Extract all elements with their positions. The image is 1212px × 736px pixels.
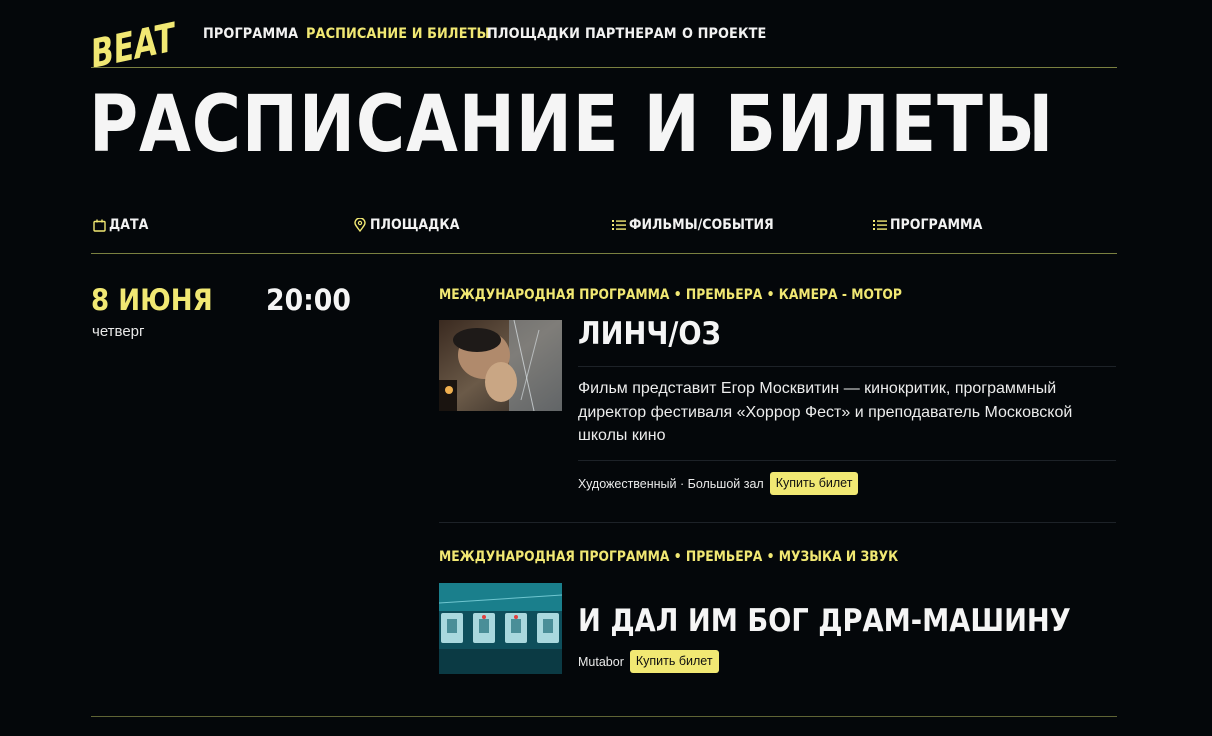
event-tags: МЕЖДУНАРОДНАЯ ПРОГРАММА • ПРЕМЬЕРА • МУЗ…	[439, 549, 899, 565]
filter-venue-label: ПЛОЩАДКА	[370, 217, 460, 233]
filter-films-events[interactable]: ФИЛЬМЫ/СОБЫТИЯ	[612, 217, 790, 233]
calendar-icon	[92, 218, 106, 232]
event-meta-row: Mutabor Купить билет	[578, 650, 719, 673]
beat-logo-mark: BEAT	[91, 14, 175, 68]
header-divider	[91, 67, 1117, 68]
logo-text: BEAT	[91, 14, 175, 68]
nav-item-schedule-tickets[interactable]: РАСПИСАНИЕ И БИЛЕТЫ	[306, 26, 490, 42]
map-pin-icon	[353, 218, 367, 232]
filter-films-events-label: ФИЛЬМЫ/СОБЫТИЯ	[629, 217, 774, 233]
event-description: Фильм представит Егор Москвитин — кинокр…	[578, 380, 1073, 444]
schedule-time: 20:00	[266, 283, 351, 317]
event-meta: Художественный · Большой зал	[578, 476, 764, 491]
list-icon	[612, 218, 626, 232]
nav-item-program[interactable]: ПРОГРАММА	[203, 26, 298, 42]
buy-ticket-button[interactable]: Купить билет	[629, 650, 719, 673]
page-title: РАСПИСАНИЕ И БИЛЕТЫ	[89, 80, 1055, 170]
schedule-date: 8 ИЮНЯ	[91, 283, 213, 317]
nav-item-venues[interactable]: ПЛОЩАДКИ	[487, 26, 580, 42]
buy-ticket-button[interactable]: Купить билет	[769, 472, 859, 495]
event-tags: МЕЖДУНАРОДНАЯ ПРОГРАММА • ПРЕМЬЕРА • КАМ…	[439, 287, 902, 303]
schedule-weekday: четверг	[92, 323, 145, 340]
schedule-bottom-divider	[91, 716, 1117, 717]
event-poster-image[interactable]	[439, 583, 562, 674]
filter-program[interactable]: ПРОГРАММА	[873, 217, 993, 233]
event-poster-image[interactable]	[439, 320, 562, 411]
event-divider	[578, 460, 1116, 461]
beat-logo[interactable]: BEAT	[91, 4, 179, 68]
nav-item-partners[interactable]: ПАРТНЕРАМ	[585, 26, 677, 42]
event-meta-row: Художественный · Большой зал Купить биле…	[578, 472, 859, 495]
event-title[interactable]: И ДАЛ ИМ БОГ ДРАМ-МАШИНУ	[578, 603, 1071, 639]
filter-date[interactable]: ДАТА	[92, 217, 153, 233]
event-meta: Mutabor	[578, 654, 624, 669]
main-nav: ПРОГРАММА РАСПИСАНИЕ И БИЛЕТЫ ПЛОЩАДКИ П…	[203, 26, 766, 42]
filter-program-label: ПРОГРАММА	[890, 217, 983, 233]
nav-item-about[interactable]: О ПРОЕКТЕ	[682, 26, 766, 42]
event-title[interactable]: ЛИНЧ/ОЗ	[578, 316, 721, 352]
list-icon	[873, 218, 887, 232]
filter-date-label: ДАТА	[109, 217, 149, 233]
filters-divider	[91, 253, 1117, 254]
event-separator	[439, 522, 1116, 523]
filter-venue[interactable]: ПЛОЩАДКА	[353, 217, 469, 233]
event-divider	[578, 366, 1116, 367]
